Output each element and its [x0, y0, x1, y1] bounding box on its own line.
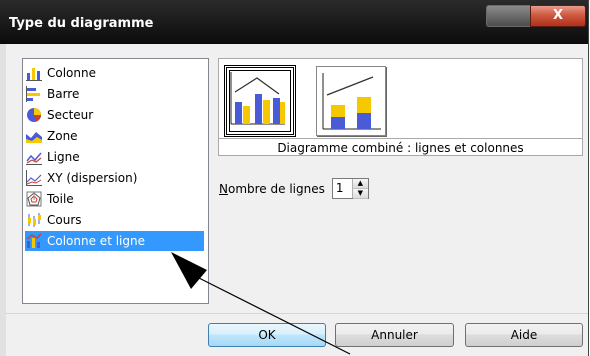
columns-and-lines-thumbnail: [230, 72, 285, 125]
list-item-label: Colonne et ligne: [47, 234, 145, 248]
divider: [6, 313, 588, 314]
list-item-xy-dispersion[interactable]: XY (dispersion): [25, 168, 204, 188]
list-item-label: Secteur: [47, 108, 94, 122]
close-button[interactable]: X: [530, 5, 586, 27]
variant-caption: Diagramme combiné : lignes et colonnes: [219, 138, 582, 155]
lines-count-value[interactable]: 1: [333, 179, 352, 198]
chart-type-list[interactable]: Colonne Barre Secteur Zone Ligne XY (dis…: [22, 58, 209, 304]
help-button[interactable]: Aide: [465, 323, 583, 347]
list-item-colonne[interactable]: Colonne: [25, 63, 204, 83]
list-item-colonne-et-ligne[interactable]: Colonne et ligne: [25, 231, 204, 251]
spinner-buttons: ▲ ▼: [351, 179, 368, 199]
list-item-label: Ligne: [47, 150, 80, 164]
minimize-button[interactable]: [486, 5, 531, 27]
line-chart-icon: [26, 152, 42, 165]
list-item-zone[interactable]: Zone: [25, 126, 204, 146]
pie-chart-icon: [27, 108, 41, 122]
list-item-label: Barre: [47, 87, 80, 101]
list-item-label: Toile: [47, 192, 74, 206]
list-item-label: Zone: [47, 129, 78, 143]
net-chart-icon: [26, 191, 42, 207]
lines-count-spinner[interactable]: 1 ▲ ▼: [331, 178, 369, 199]
chart-type-dialog: Type du diagramme X Colonne Barre Secteu…: [0, 0, 589, 356]
list-item-barre[interactable]: Barre: [25, 84, 204, 104]
window-frame-left: [0, 44, 6, 356]
variant-columns-and-lines[interactable]: [224, 65, 296, 137]
stock-chart-icon: [28, 213, 41, 227]
list-item-toile[interactable]: Toile: [25, 189, 204, 209]
column-line-chart-icon: [26, 233, 42, 248]
lines-count-label: Nombre de lignes: [219, 181, 325, 196]
list-item-ligne[interactable]: Ligne: [25, 147, 204, 167]
window-title: Type du diagramme: [9, 16, 154, 31]
list-item-label: Cours: [47, 213, 82, 227]
list-item-label: XY (dispersion): [47, 171, 138, 185]
list-item-secteur[interactable]: Secteur: [25, 105, 204, 125]
xy-scatter-chart-icon: [26, 170, 42, 186]
list-item-cours[interactable]: Cours: [25, 210, 204, 230]
title-bar[interactable]: Type du diagramme X: [0, 0, 588, 44]
spinner-down-icon[interactable]: ▼: [352, 189, 368, 199]
variant-stacked-columns-and-lines[interactable]: [316, 66, 386, 136]
bar-chart-icon: [26, 86, 40, 102]
column-chart-icon: [26, 68, 42, 81]
spinner-up-icon[interactable]: ▲: [352, 179, 368, 189]
chart-variant-panel: Diagramme combiné : lignes et colonnes: [218, 58, 583, 156]
stacked-columns-and-lines-thumbnail: [322, 73, 381, 130]
cancel-button[interactable]: Annuler: [335, 323, 454, 347]
area-chart-icon: [26, 132, 42, 143]
ok-button[interactable]: OK: [208, 323, 326, 347]
list-item-label: Colonne: [47, 66, 96, 80]
lines-count-row: Nombre de lignes 1 ▲ ▼: [219, 178, 369, 199]
